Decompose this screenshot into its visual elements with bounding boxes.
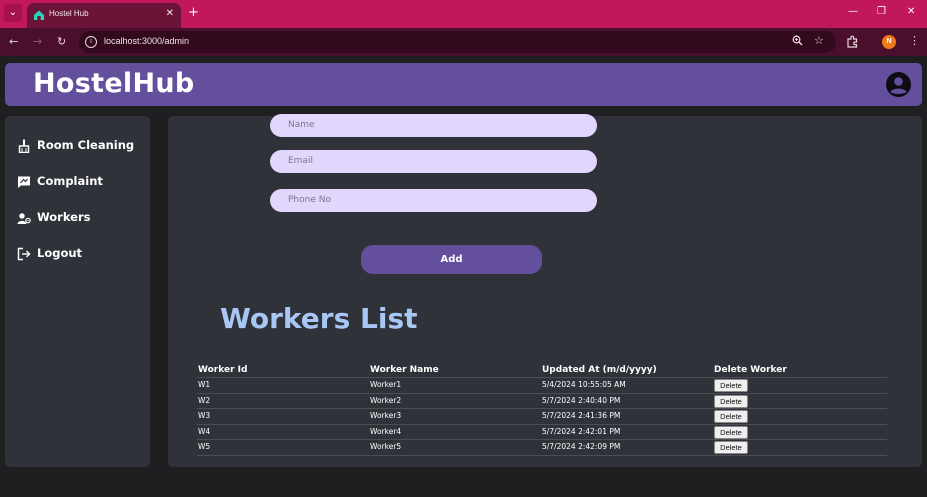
site-info-icon[interactable]: i: [85, 36, 97, 48]
table-row: W1 Worker1 5/4/2024 10:55:05 AM Delete: [197, 378, 887, 394]
add-worker-button[interactable]: Add: [361, 245, 542, 274]
tab-search-icon[interactable]: ⌄: [4, 4, 22, 22]
column-header: Updated At (m/d/yyyy): [542, 365, 657, 375]
back-icon[interactable]: ←: [9, 35, 18, 48]
updated-at: 5/7/2024 2:40:40 PM: [542, 395, 621, 405]
workers-table: Worker Id Worker Name Updated At (m/d/yy…: [197, 364, 887, 456]
updated-at: 5/7/2024 2:42:09 PM: [542, 442, 621, 452]
minimize-icon[interactable]: —: [848, 6, 858, 17]
email-placeholder: Email: [288, 156, 313, 166]
extensions-icon[interactable]: [846, 35, 859, 48]
app-page: HostelHub Room Cleaning Complaint Worker…: [0, 56, 927, 497]
broom-icon: [18, 139, 30, 153]
table-row: W3 Worker3 5/7/2024 2:41:36 PM Delete: [197, 409, 887, 425]
zoom-icon[interactable]: [792, 35, 803, 46]
app-header: HostelHub: [5, 63, 922, 106]
updated-at: 5/7/2024 2:41:36 PM: [542, 411, 621, 421]
worker-name: Worker1: [370, 380, 402, 389]
user-avatar-icon[interactable]: [886, 72, 911, 97]
phone-placeholder: Phone No: [288, 195, 331, 205]
sidebar-item-label: Room Cleaning: [37, 138, 135, 152]
workers-list-title: Workers List: [220, 302, 418, 335]
house-icon: [34, 10, 44, 20]
address-bar[interactable]: i localhost:3000/admin ☆: [79, 31, 836, 53]
delete-worker-button[interactable]: Delete: [714, 394, 748, 408]
restore-icon[interactable]: ❐: [877, 6, 886, 17]
worker-id: W3: [198, 411, 211, 421]
browser-toolbar: ← → ↻ i localhost:3000/admin ☆ N ⋮: [0, 28, 927, 56]
browser-tab-bar: ⌄ Hostel Hub ✕ + — ❐ ✕: [0, 0, 927, 28]
worker-id: W2: [198, 395, 211, 405]
sidebar-item-label: Logout: [37, 246, 83, 260]
logout-icon: [17, 247, 31, 261]
worker-name: Worker3: [370, 411, 402, 421]
column-header: Worker Id: [198, 365, 248, 375]
column-header: Worker Name: [370, 365, 439, 375]
worker-id: W5: [198, 442, 211, 452]
sidebar-item-label: Workers: [37, 210, 91, 224]
column-header: Delete Worker: [714, 365, 787, 375]
bookmark-star-icon[interactable]: ☆: [814, 34, 824, 47]
worker-id: W4: [198, 426, 211, 436]
worker-name: Worker4: [370, 426, 402, 436]
message-icon: [18, 176, 30, 188]
worker-icon: [17, 213, 31, 224]
table-row: W4 Worker4 5/7/2024 2:42:01 PM Delete: [197, 425, 887, 441]
delete-worker-button[interactable]: Delete: [714, 441, 748, 455]
name-placeholder: Name: [288, 120, 315, 130]
updated-at: 5/4/2024 10:55:05 AM: [542, 380, 626, 389]
profile-avatar[interactable]: N: [882, 35, 896, 49]
worker-id: W1: [198, 380, 211, 389]
phone-input[interactable]: Phone No: [270, 189, 597, 212]
name-input[interactable]: Name: [270, 114, 597, 137]
new-tab-button[interactable]: +: [188, 5, 199, 20]
sidebar: Room Cleaning Complaint Workers Logout: [5, 116, 150, 467]
table-row: W5 Worker5 5/7/2024 2:42:09 PM Delete: [197, 440, 887, 456]
updated-at: 5/7/2024 2:42:01 PM: [542, 426, 621, 436]
delete-worker-button[interactable]: Delete: [714, 379, 748, 392]
table-row: W2 Worker2 5/7/2024 2:40:40 PM Delete: [197, 394, 887, 410]
forward-icon[interactable]: →: [33, 35, 42, 48]
worker-name: Worker5: [370, 442, 402, 452]
url-text: localhost:3000/admin: [104, 36, 190, 46]
reload-icon[interactable]: ↻: [57, 35, 66, 48]
main-panel: Name Email Phone No Add Workers List Wor…: [168, 114, 922, 467]
table-header: Worker Id Worker Name Updated At (m/d/yy…: [197, 364, 887, 378]
delete-worker-button[interactable]: Delete: [714, 425, 748, 439]
close-tab-icon[interactable]: ✕: [166, 8, 174, 19]
window-close-icon[interactable]: ✕: [907, 6, 915, 17]
sidebar-item-label: Complaint: [37, 174, 103, 188]
tab-title: Hostel Hub: [49, 9, 89, 18]
browser-menu-icon[interactable]: ⋮: [909, 34, 920, 47]
delete-worker-button[interactable]: Delete: [714, 410, 748, 424]
email-input[interactable]: Email: [270, 150, 597, 173]
brand-logo[interactable]: HostelHub: [33, 68, 195, 99]
worker-name: Worker2: [370, 395, 402, 405]
browser-tab[interactable]: Hostel Hub ✕: [27, 3, 181, 28]
